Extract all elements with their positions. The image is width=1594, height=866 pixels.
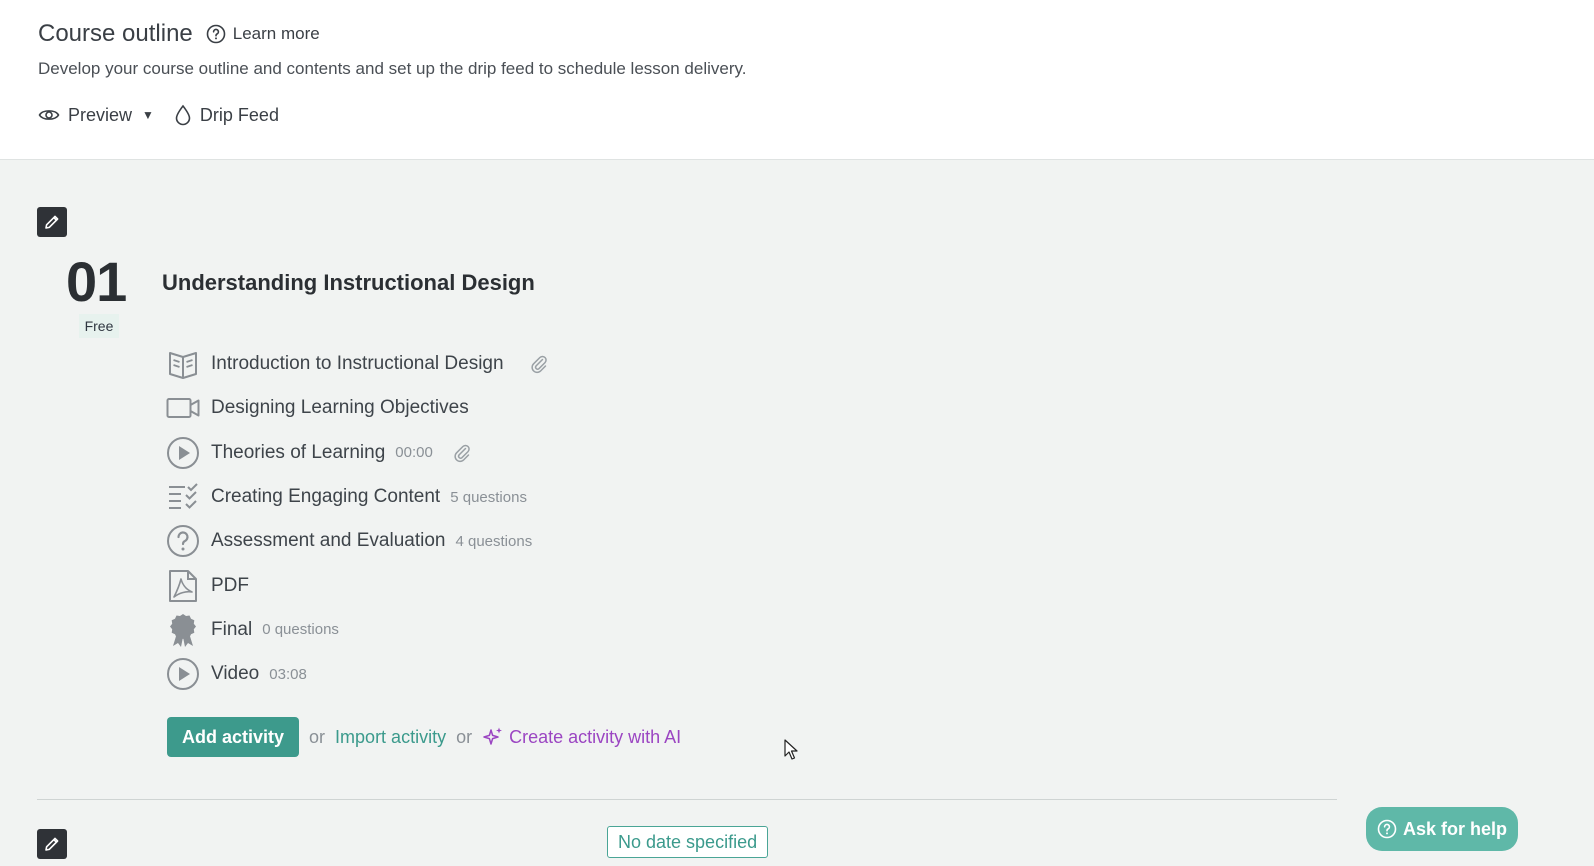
learn-more-link[interactable]: Learn more xyxy=(206,24,320,44)
section-title: Understanding Instructional Design xyxy=(162,270,535,295)
preview-dropdown[interactable]: Preview ▼ xyxy=(38,105,154,126)
course-outline-page: Course outline Learn more Develop your c… xyxy=(0,0,1594,866)
eye-icon xyxy=(38,110,60,120)
preview-label: Preview xyxy=(68,104,133,125)
or-separator: or xyxy=(309,726,326,747)
activity-question-count: 5 questions xyxy=(450,488,527,506)
activity-name: Designing Learning Objectives xyxy=(211,397,469,419)
page-header: Course outline Learn more Develop your c… xyxy=(0,0,1594,160)
paperclip-icon xyxy=(530,354,548,374)
edit-section-button[interactable] xyxy=(37,829,67,859)
book-icon xyxy=(166,347,200,381)
create-activity-ai-link[interactable]: Create activity with AI xyxy=(482,726,681,748)
mouse-cursor-icon xyxy=(784,739,798,760)
activity-name: Video xyxy=(211,663,260,685)
section-divider xyxy=(37,799,1337,800)
drip-date-badge[interactable]: No date specified xyxy=(607,826,769,858)
activity-item[interactable]: Creating Engaging Content 5 questions xyxy=(166,475,548,519)
sparkle-icon xyxy=(483,727,503,745)
droplet-icon xyxy=(175,104,191,126)
activity-duration: 00:00 xyxy=(395,444,433,462)
activity-item[interactable]: Designing Learning Objectives xyxy=(166,386,548,430)
question-circle-icon xyxy=(166,524,200,558)
page-title: Course outline xyxy=(38,20,193,47)
or-separator: or xyxy=(456,726,473,747)
question-circle-icon xyxy=(1377,819,1397,839)
edit-section-button[interactable] xyxy=(37,207,67,237)
ask-for-help-label: Ask for help xyxy=(1402,818,1508,839)
activity-item[interactable]: Introduction to Instructional Design xyxy=(166,342,548,386)
pencil-icon xyxy=(45,215,59,229)
activity-actions: Add activity or Import activity or Creat… xyxy=(167,717,681,757)
activity-question-count: 4 questions xyxy=(455,532,533,550)
video-camera-icon xyxy=(166,391,200,425)
caret-down-icon: ▼ xyxy=(142,108,154,122)
section-number: 01 xyxy=(66,250,127,313)
activity-name: Introduction to Instructional Design xyxy=(211,353,504,375)
import-activity-link[interactable]: Import activity xyxy=(335,727,446,748)
question-circle-icon xyxy=(206,24,226,44)
activity-name: Final xyxy=(211,618,253,640)
pencil-icon xyxy=(45,837,59,851)
activity-item[interactable]: Theories of Learning 00:00 xyxy=(166,431,548,475)
page-subtitle: Develop your course outline and contents… xyxy=(38,59,747,78)
activity-item[interactable]: Assessment and Evaluation 4 questions xyxy=(166,519,548,563)
pdf-icon xyxy=(166,569,200,603)
ask-for-help-button[interactable]: Ask for help xyxy=(1366,807,1518,851)
title-row: Course outline Learn more xyxy=(38,20,320,48)
activity-name: Assessment and Evaluation xyxy=(211,530,446,552)
activity-duration: 03:08 xyxy=(269,665,307,683)
activity-item[interactable]: PDF xyxy=(166,563,548,607)
learn-more-label: Learn more xyxy=(232,24,320,43)
activity-item[interactable]: Final 0 questions xyxy=(166,608,548,652)
create-activity-ai-label: Create activity with AI xyxy=(509,726,682,747)
play-circle-icon xyxy=(166,657,200,691)
add-activity-button[interactable]: Add activity xyxy=(167,717,300,757)
award-icon xyxy=(166,613,200,647)
drip-feed-label: Drip Feed xyxy=(199,104,279,125)
play-circle-icon xyxy=(166,436,200,470)
activity-question-count: 0 questions xyxy=(262,621,339,639)
drip-feed-button[interactable]: Drip Feed xyxy=(174,104,279,126)
free-badge: Free xyxy=(79,314,119,338)
paperclip-icon xyxy=(453,443,471,463)
activity-item[interactable]: Video 03:08 xyxy=(166,652,548,696)
outline-toolbar: Preview ▼ Drip Feed xyxy=(38,104,279,126)
checklist-icon xyxy=(166,480,200,514)
activity-name: PDF xyxy=(211,574,249,596)
activity-name: Theories of Learning xyxy=(211,441,386,463)
activity-list: Introduction to Instructional Design Des… xyxy=(166,342,548,696)
activity-name: Creating Engaging Content xyxy=(211,486,441,508)
